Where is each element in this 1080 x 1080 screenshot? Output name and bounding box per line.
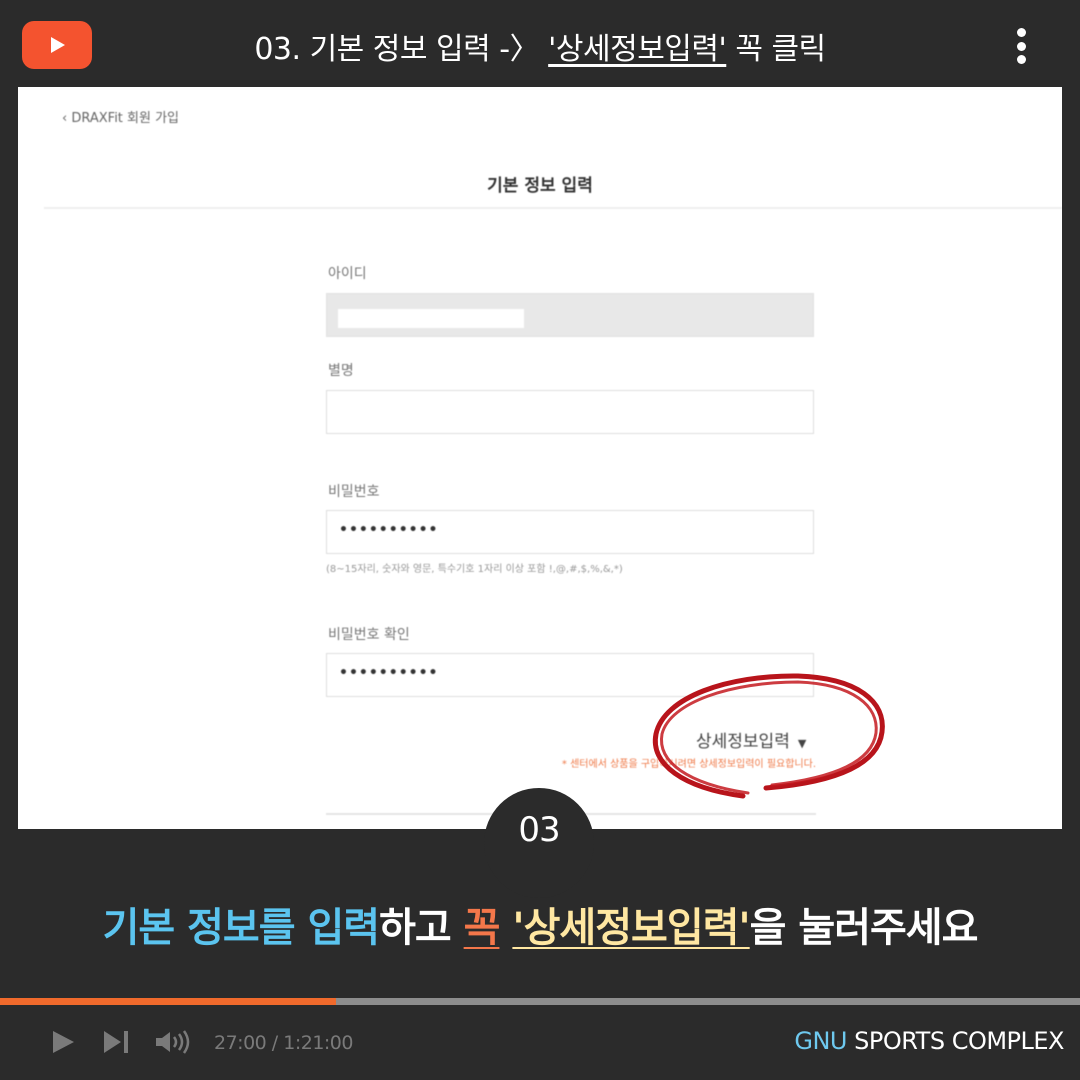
password-confirm-value: •••••••••• [339, 665, 439, 681]
more-vertical-icon[interactable] [1006, 28, 1036, 64]
nickname-label: 별명 [328, 363, 354, 379]
title-suffix: 꼭 클릭 [735, 32, 826, 67]
nickname-field[interactable] [326, 390, 814, 434]
signup-form-screenshot: ‹ DRAXFit 회원 가입 기본 정보 입력 아이디 별명 비밀번호 •••… [18, 87, 1062, 829]
id-label: 아이디 [328, 266, 367, 282]
caption-part-5: '상세정보입력' [512, 905, 750, 951]
header-bar: 03. 기본 정보 입력 -〉 '상세정보입력' 꼭 클릭 [0, 0, 1080, 88]
time-display: 27:00 / 1:21:00 [214, 1032, 353, 1054]
brand-label: GNU SPORTS COMPLEX [794, 1027, 1064, 1055]
caption-part-2: 입력 [307, 905, 380, 951]
player-controls: 27:00 / 1:21:00 GNU SPORTS COMPLEX [0, 1005, 1080, 1080]
caption-part-3: 하고 [379, 905, 452, 951]
password-field[interactable]: •••••••••• [326, 510, 814, 554]
password-label: 비밀번호 [328, 484, 380, 500]
brand-accent: GNU [794, 1027, 847, 1055]
password-hint: (8~15자리, 숫자와 영문, 특수기호 1자리 이상 포함 !,@,#,$,… [326, 564, 623, 575]
caption-part-1: 기본 정보를 [102, 905, 296, 951]
chevron-left-icon: ‹ [62, 111, 72, 126]
id-value-redacted [338, 309, 524, 328]
divider [44, 207, 1062, 209]
step-number: 03 [518, 810, 560, 850]
back-link-label: DRAXFit 회원 가입 [71, 111, 180, 126]
id-field [326, 293, 814, 337]
volume-icon[interactable] [154, 1029, 194, 1055]
password-value: •••••••••• [339, 522, 439, 538]
back-link[interactable]: ‹ DRAXFit 회원 가입 [62, 107, 179, 126]
progress-bar[interactable] [0, 998, 1080, 1005]
skip-next-icon[interactable] [102, 1029, 130, 1055]
play-icon[interactable] [50, 1029, 76, 1055]
red-circle-highlight-icon [652, 673, 885, 799]
progress-fill [0, 998, 336, 1005]
video-title: 03. 기본 정보 입력 -〉 '상세정보입력' 꼭 클릭 [0, 24, 1080, 68]
instruction-caption: 기본 정보를 입력하고 꼭 '상세정보입력'을 눌러주세요 [0, 895, 1080, 953]
caption-part-6: 을 눌러주세요 [749, 905, 979, 951]
title-prefix: 03. 기본 정보 입력 -〉 [254, 32, 540, 67]
caption-part-4: 꼭 [463, 905, 501, 951]
title-highlight: '상세정보입력' [548, 32, 727, 67]
page-title: 기본 정보 입력 [487, 176, 593, 196]
password-confirm-label: 비밀번호 확인 [328, 627, 410, 643]
brand-rest: SPORTS COMPLEX [854, 1027, 1064, 1055]
